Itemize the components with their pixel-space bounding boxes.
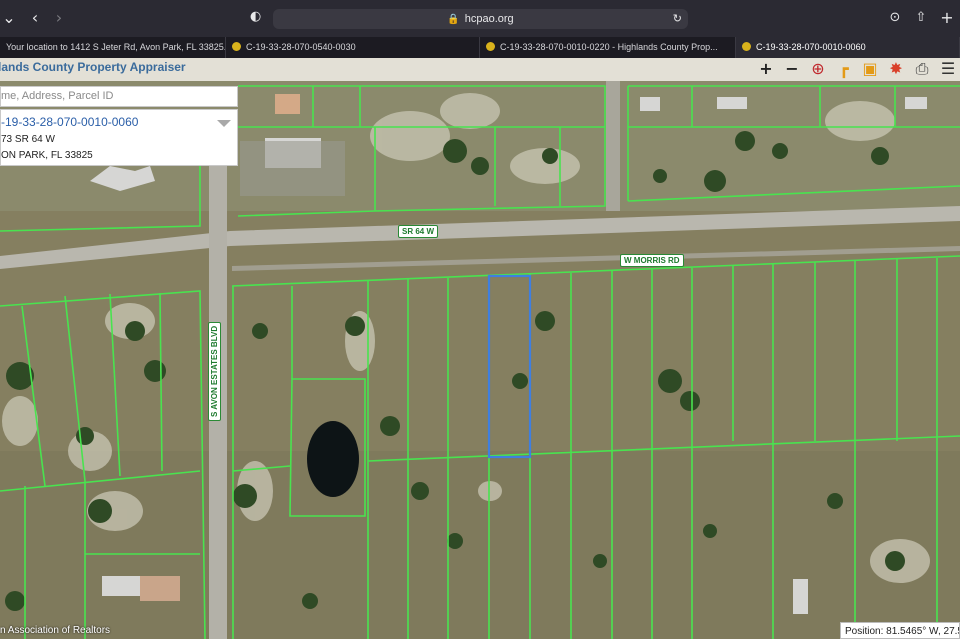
terrain-south [0,451,960,639]
parcel-address-line1: 73 SR 64 W [1,134,55,145]
favicon-icon [742,42,751,51]
url-text: hcpao.org [464,13,514,25]
zoom-out-icon[interactable]: − [782,59,802,79]
map-attribution: n Association of Realtors [0,625,111,636]
tab-parcel-0060[interactable]: C-19-33-28-070-0010-0060 [736,37,960,58]
zoom-in-icon[interactable]: + [756,59,776,79]
reload-icon[interactable]: ↻ [673,12,682,25]
browser-toolbar: ⌄ ‹ › ◐ 🔒 hcpao.org ↻ ⊙ ⇧ + [0,0,960,37]
lock-icon: 🔒 [447,13,460,25]
new-tab-icon[interactable]: + [938,9,956,27]
parking-lot [240,141,345,196]
tab-label: C-19-33-28-070-0010-0220 - Highlands Cou… [500,42,718,52]
app-title: lands County Property Appraiser [0,60,186,74]
app-header: lands County Property Appraiser + − ⊕ ┏ … [0,58,960,81]
parcel-result-card[interactable]: -19-33-28-070-0010-0060 73 SR 64 W ON PA… [0,109,238,166]
share-icon[interactable]: ⇧ [912,9,930,27]
north-road [606,81,620,211]
road-label-morris: W MORRIS RD [620,254,684,267]
road-label-sr64: SR 64 W [398,225,439,238]
parcel-address-line2: ON PARK, FL 33825 [1,150,93,161]
select-icon[interactable]: ▣ [860,59,880,79]
menu-icon[interactable]: ☰ [938,59,958,79]
tab-label: C-19-33-28-070-0010-0060 [756,42,866,52]
tab-parcel-0540[interactable]: C-19-33-28-070-0540-0030 [226,37,480,58]
tab-directions[interactable]: Your location to 1412 S Jeter Rd, Avon P… [0,37,226,58]
zoom-box-icon[interactable]: ⊕ [808,59,828,79]
print-icon[interactable]: ⎙ [912,59,932,79]
map-toolbar: + − ⊕ ┏ ▣ ✸ ⎙ ☰ [756,59,958,79]
sidebar-toggle-icon[interactable]: ⌄ [0,9,18,27]
cursor-position-readout: Position: 81.5465° W, 27.59 [840,622,960,639]
tab-label: Your location to 1412 S Jeter Rd, Avon P… [6,42,226,52]
shield-icon[interactable]: ◐ [250,9,261,24]
marker-icon[interactable]: ✸ [886,59,906,79]
tab-label: C-19-33-28-070-0540-0030 [246,42,356,52]
back-icon[interactable]: ‹ [26,9,44,27]
parcel-id[interactable]: -19-33-28-070-0010-0060 [1,115,138,129]
favicon-icon [232,42,241,51]
search-placeholder: me, Address, Parcel ID [1,90,114,102]
measure-icon[interactable]: ┏ [834,59,854,79]
pond [307,421,359,497]
favicon-icon [486,42,495,51]
tab-parcel-0220[interactable]: C-19-33-28-070-0010-0220 - Highlands Cou… [480,37,736,58]
tab-strip: Your location to 1412 S Jeter Rd, Avon P… [0,37,960,58]
address-bar[interactable]: 🔒 hcpao.org ↻ [273,9,688,29]
search-input[interactable]: me, Address, Parcel ID [0,86,238,107]
download-icon[interactable]: ⊙ [886,9,904,27]
forward-icon[interactable]: › [50,9,68,27]
road-label-avon-estates: S AVON ESTATES BLVD [208,321,221,421]
collapse-caret-icon[interactable] [217,120,231,127]
